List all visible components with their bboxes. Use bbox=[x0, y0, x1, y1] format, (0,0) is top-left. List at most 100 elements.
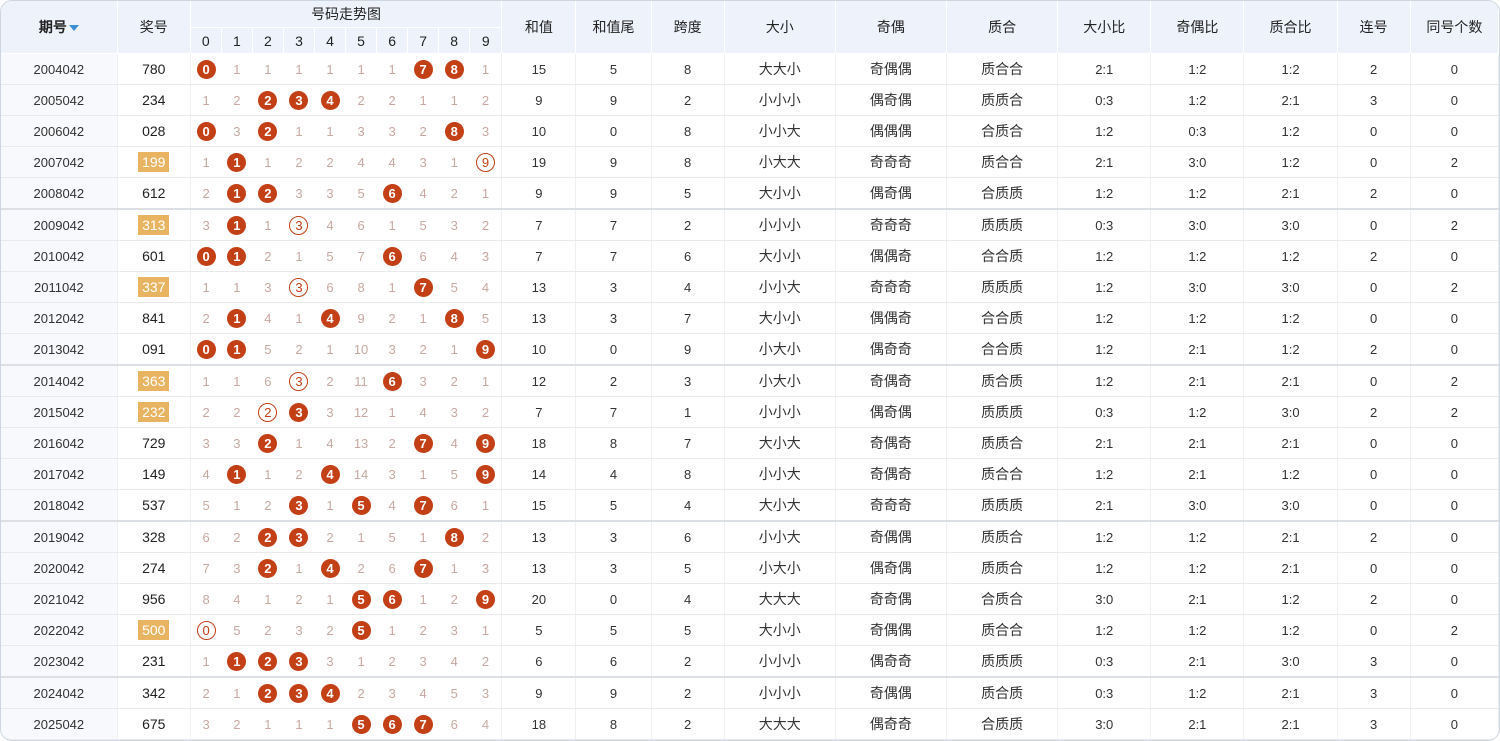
miss-count: 3 bbox=[233, 123, 241, 139]
miss-count: 12 bbox=[353, 404, 369, 420]
prime-ratio-cell: 2:1 bbox=[1243, 552, 1338, 584]
trend-cell: 1 bbox=[221, 208, 253, 241]
miss-count: 2 bbox=[326, 529, 334, 545]
trend-cell: 1 bbox=[376, 614, 408, 646]
prime-ratio-cell: 2:1 bbox=[1243, 177, 1338, 210]
consecutive-cell: 0 bbox=[1337, 458, 1411, 490]
miss-count: 5 bbox=[450, 279, 458, 295]
trend-cell: 10 bbox=[345, 333, 377, 366]
trend-cell: 7 bbox=[190, 552, 222, 584]
prize-cell: 028 bbox=[117, 115, 191, 147]
sort-desc-icon[interactable] bbox=[68, 25, 79, 32]
drawn-ball: 1 bbox=[227, 246, 247, 266]
trend-cell: 1 bbox=[469, 53, 503, 85]
prize-number: 612 bbox=[142, 185, 166, 201]
drawn-ball: 6 bbox=[382, 714, 402, 734]
trend-cell: 3 bbox=[438, 614, 470, 646]
sum-tail-cell: 7 bbox=[575, 208, 652, 241]
trend-cell: 3 bbox=[376, 115, 408, 147]
drawn-ball: 1 bbox=[227, 215, 247, 235]
sum-tail-cell: 9 bbox=[575, 84, 652, 116]
trend-cell: 2 bbox=[190, 396, 222, 428]
trend-cell: 4 bbox=[314, 676, 346, 709]
size-cell: 小小大 bbox=[724, 520, 836, 553]
trend-cell: 1 bbox=[221, 364, 253, 397]
miss-count: 1 bbox=[326, 497, 334, 513]
parity-cell: 奇奇偶 bbox=[835, 583, 948, 615]
trend-cell: 4 bbox=[376, 146, 408, 178]
trend-cell: 1 bbox=[190, 146, 222, 178]
table-row: 2018042 537 5 1 2 3 1 5 4 7 6 1 15 5 4 大小大 奇奇奇 质质质 2:1 3:0 3… bbox=[1, 489, 1499, 522]
prime-ratio-cell: 2:1 bbox=[1243, 676, 1338, 709]
header-consecutive: 连号 bbox=[1337, 1, 1411, 54]
trend-cell: 7 bbox=[407, 552, 439, 584]
trend-cell: 6 bbox=[252, 364, 284, 397]
miss-count: 1 bbox=[419, 591, 427, 607]
drawn-ball: 5 bbox=[351, 620, 371, 640]
size-cell: 小小大 bbox=[724, 458, 836, 490]
prime-ratio-cell: 3:0 bbox=[1243, 396, 1338, 428]
span-cell: 2 bbox=[651, 708, 725, 740]
miss-count: 1 bbox=[326, 123, 334, 139]
parity-cell: 奇偶奇 bbox=[835, 427, 948, 459]
issue-cell: 2024042 bbox=[1, 676, 118, 709]
trend-cell: 3 bbox=[469, 115, 503, 147]
prize-number-duplicate: 232 bbox=[138, 402, 170, 422]
miss-count: 1 bbox=[295, 716, 303, 732]
trend-cell: 2 bbox=[407, 115, 439, 147]
miss-count: 3 bbox=[481, 560, 490, 576]
parity-ratio-cell: 2:1 bbox=[1150, 645, 1245, 678]
trend-cell: 1 bbox=[252, 708, 284, 740]
size-cell: 大小小 bbox=[724, 240, 836, 272]
trend-cell: 1 bbox=[221, 645, 253, 678]
prime-cell: 合质质 bbox=[946, 177, 1059, 210]
trend-cell: 1 bbox=[221, 676, 253, 709]
sum-tail-cell: 5 bbox=[575, 489, 652, 522]
miss-count: 3 bbox=[388, 123, 396, 139]
prime-cell: 质合合 bbox=[946, 53, 1059, 85]
header-issue[interactable]: 期号 bbox=[1, 1, 118, 54]
trend-cell: 1 bbox=[314, 333, 346, 366]
prime-ratio-cell: 3:0 bbox=[1243, 645, 1338, 678]
table-body: 2004042 780 0 1 1 1 1 1 1 7 8 1 15 5 8 大大小 奇偶偶 质合合 2:1 1:2 1… bbox=[1, 53, 1499, 740]
table-row: 2012042 841 2 1 4 1 4 9 2 1 8 5 13 3 7 大小小 偶偶奇 合合质 1:2 1:2 1… bbox=[1, 302, 1499, 334]
span-cell: 4 bbox=[651, 489, 725, 522]
drawn-ball: 1 bbox=[227, 183, 247, 203]
trend-cell: 3 bbox=[283, 676, 315, 709]
prime-cell: 质质质 bbox=[946, 208, 1059, 241]
miss-count: 1 bbox=[295, 560, 303, 576]
header-digit-2: 2 bbox=[252, 27, 284, 54]
prize-number: 537 bbox=[142, 497, 166, 513]
trend-cell: 2 bbox=[252, 520, 284, 553]
drawn-ball: 4 bbox=[320, 558, 340, 578]
drawn-ball: 0 bbox=[196, 339, 216, 359]
miss-count: 2 bbox=[295, 466, 303, 482]
miss-count: 1 bbox=[233, 61, 241, 77]
trend-cell: 5 bbox=[345, 583, 377, 615]
miss-count: 3 bbox=[295, 622, 303, 638]
header-digit-0: 0 bbox=[190, 27, 222, 54]
trend-cell: 1 bbox=[283, 240, 315, 272]
trend-cell: 8 bbox=[438, 302, 470, 334]
parity-cell: 偶偶奇 bbox=[835, 302, 948, 334]
size-cell: 大小小 bbox=[724, 177, 836, 210]
drawn-ball: 8 bbox=[444, 527, 464, 547]
trend-cell: 3 bbox=[190, 208, 222, 241]
table-row: 2024042 342 2 1 2 3 4 2 3 4 5 3 9 9 2 小小小 奇偶偶 质合质 0:3 1:2 2:… bbox=[1, 676, 1499, 709]
trend-cell: 8 bbox=[438, 520, 470, 553]
trend-cell: 2 bbox=[345, 676, 377, 709]
miss-count: 1 bbox=[264, 217, 272, 233]
miss-count: 3 bbox=[481, 248, 490, 264]
sum-cell: 9 bbox=[501, 676, 577, 709]
drawn-ball: 5 bbox=[351, 589, 371, 609]
trend-cell: 2 bbox=[252, 489, 284, 522]
trend-cell: 3 bbox=[407, 645, 439, 678]
trend-table: 期号 奖号 号码走势图 和值 和值尾 跨度 大小 奇偶 质合 大小比 奇偶比 质… bbox=[1, 1, 1499, 740]
miss-count: 2 bbox=[295, 154, 303, 170]
parity-ratio-cell: 2:1 bbox=[1150, 333, 1245, 366]
prize-number: 028 bbox=[142, 123, 166, 139]
same-count-cell: 0 bbox=[1410, 676, 1499, 709]
drawn-ball: 4 bbox=[320, 308, 340, 328]
sum-cell: 12 bbox=[501, 364, 577, 397]
trend-cell: 1 bbox=[283, 708, 315, 740]
